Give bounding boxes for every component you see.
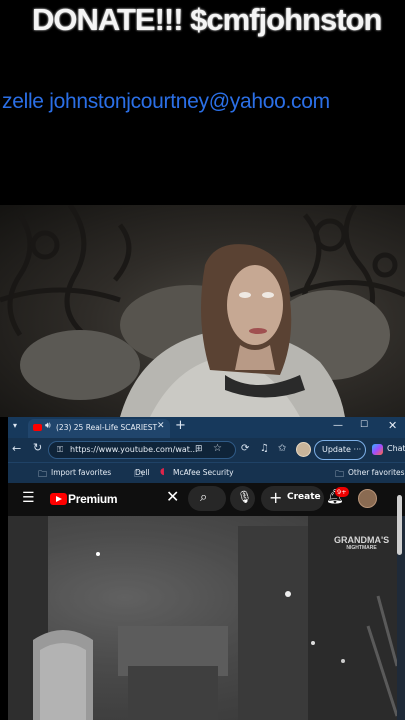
microphone-icon: 🎙︎ (237, 490, 253, 504)
watermark-line-2: NIGHTMARE (346, 545, 377, 551)
tab-close-icon[interactable]: ✕ (157, 421, 165, 431)
tab-list-chevron-icon[interactable]: ▾ (13, 421, 17, 430)
channel-watermark: GRANDMA'S NIGHTMARE (334, 536, 389, 552)
create-label: Create (287, 492, 321, 502)
zelle-text: zelle johnstonjcourtney@yahoo.com (2, 90, 330, 113)
more-dots-icon: ··· (353, 445, 362, 454)
tab-youtube-video[interactable]: 🔊︎ (23) 25 Real-Life SCARIEST Gh ✕ (28, 419, 170, 438)
back-arrow-icon[interactable]: ← (12, 442, 21, 455)
address-bar[interactable]: ⚿ https://www.youtube.com/wat... ⊞ ☆ (48, 441, 236, 459)
tab-bar: ▾ 🔊︎ (23) 25 Real-Life SCARIEST Gh ✕ + —… (8, 417, 405, 438)
speaker-icon[interactable]: 🔊︎ (45, 421, 51, 431)
favorites-bar: 🗀︎ Import favorites 🗀︎ Dell ◖ McAfee Sec… (8, 462, 405, 483)
favorite-dell[interactable]: Dell (135, 468, 150, 477)
minimize-button[interactable]: — (333, 420, 343, 431)
youtube-favicon-icon (33, 424, 42, 431)
read-aloud-icon[interactable]: ♫ (260, 443, 269, 454)
notification-badge: 9+ (335, 487, 349, 497)
other-folder-icon: 🗀︎ (335, 470, 345, 480)
youtube-logo-icon[interactable] (50, 493, 67, 505)
refresh-page-icon[interactable]: ⟳ (241, 443, 249, 454)
stream-overlay: DONATE!!! $cmfjohnston zelle johnstonjco… (0, 0, 405, 205)
tab-title: (23) 25 Real-Life SCARIEST Gh (56, 423, 160, 432)
refresh-icon[interactable]: ↻ (33, 441, 42, 454)
import-folder-icon: 🗀︎ (38, 470, 48, 480)
search-icon: ⌕ (200, 490, 208, 505)
donate-text: DONATE!!! $cmfjohnston (32, 2, 382, 37)
update-button[interactable]: Update ··· (314, 440, 366, 460)
copilot-icon[interactable] (372, 444, 383, 455)
favorite-mcafee[interactable]: McAfee Security (173, 468, 234, 477)
address-toolbar: ← ↻ ⚿ https://www.youtube.com/wat... ⊞ ☆… (8, 438, 405, 462)
other-favorites[interactable]: Other favorites (348, 468, 405, 477)
collections-icon[interactable]: ✩ (278, 443, 286, 454)
update-label: Update (322, 445, 351, 454)
create-button[interactable]: + Create (261, 486, 324, 511)
menu-icon[interactable]: ☰ (22, 490, 35, 506)
voice-search-button[interactable]: 🎙︎ (230, 486, 255, 511)
youtube-header: ☰ Premium ✕ ⌕ 🎙︎ + Create 🔔︎ 9+ (8, 483, 405, 516)
site-info-icon[interactable]: ⚿ (57, 445, 63, 455)
webcam-image (0, 205, 405, 417)
account-avatar[interactable] (358, 489, 377, 508)
url-text[interactable]: https://www.youtube.com/wat... (70, 445, 198, 454)
profile-avatar[interactable] (296, 442, 311, 457)
clear-search-icon[interactable]: ✕ (166, 487, 179, 506)
close-window-button[interactable]: ✕ (388, 419, 397, 432)
plus-icon: + (269, 488, 283, 507)
split-screen-icon[interactable]: ⊞ (195, 444, 203, 454)
search-button[interactable]: ⌕ (188, 486, 226, 511)
youtube-premium-label[interactable]: Premium (68, 492, 118, 506)
new-tab-button[interactable]: + (175, 418, 186, 433)
favorite-star-icon[interactable]: ☆ (213, 443, 222, 454)
mcafee-icon: ◖ (160, 467, 165, 477)
video-player[interactable]: GRANDMA'S NIGHTMARE (8, 516, 397, 720)
webcam-feed (0, 205, 405, 417)
chat-label[interactable]: Chat (387, 444, 405, 453)
page-scrollbar[interactable] (397, 495, 402, 555)
maximize-button[interactable]: ☐ (360, 420, 368, 430)
favorite-import[interactable]: Import favorites (51, 468, 111, 477)
browser-window: ▾ 🔊︎ (23) 25 Real-Life SCARIEST Gh ✕ + —… (8, 417, 405, 720)
